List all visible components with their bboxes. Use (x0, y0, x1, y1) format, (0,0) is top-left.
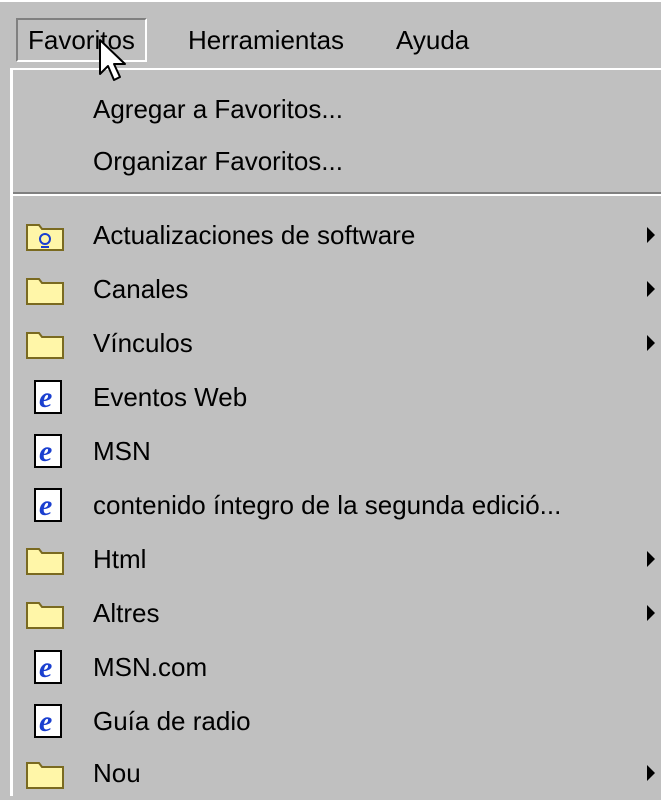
submenu-arrow-icon (647, 227, 655, 243)
internet-shortcut-icon: e (34, 704, 62, 738)
folder-icon (26, 278, 64, 305)
svg-text:e: e (39, 489, 52, 522)
svg-text:e: e (39, 381, 52, 414)
favorite-folder-nou[interactable]: Nou (13, 746, 661, 800)
submenu-arrow-icon (647, 765, 655, 781)
menu-ayuda[interactable]: Ayuda (386, 18, 479, 62)
favorite-folder-vinculos[interactable]: Vínculos (13, 316, 661, 370)
menu-herramientas-label: Herramientas (188, 25, 345, 55)
favorite-label: Vínculos (93, 328, 193, 358)
favorite-folder-html[interactable]: Html (13, 532, 661, 586)
submenu-arrow-icon (647, 605, 655, 621)
favorite-link-msn[interactable]: e MSN (13, 424, 661, 478)
internet-shortcut-icon: e (34, 380, 62, 414)
mouse-cursor-icon (99, 39, 126, 81)
favorite-folder-actualizaciones[interactable]: Actualizaciones de software (13, 208, 661, 262)
favorite-link-contenido-integro[interactable]: e contenido íntegro de la segunda edició… (13, 478, 661, 532)
submenu-arrow-icon (647, 551, 655, 567)
favorites-dropdown: Agregar a Favoritos... Organizar Favorit… (10, 68, 661, 796)
svg-text:e: e (39, 435, 52, 468)
svg-text:e: e (39, 651, 52, 684)
favorite-link-eventos-web[interactable]: e Eventos Web (13, 370, 661, 424)
favorite-label: Eventos Web (93, 382, 248, 412)
internet-shortcut-icon: e (34, 488, 62, 522)
submenu-arrow-icon (647, 335, 655, 351)
favorite-label: contenido íntegro de la segunda edició..… (93, 490, 562, 520)
menu-separator (13, 192, 661, 196)
folder-icon (26, 602, 64, 629)
favorite-label: Html (93, 544, 147, 574)
favorite-label: Altres (93, 598, 160, 628)
menu-item-label: Agregar a Favoritos... (93, 94, 343, 124)
favorite-label: Nou (93, 758, 141, 788)
internet-shortcut-icon: e (34, 434, 62, 468)
menu-item-label: Organizar Favoritos... (93, 146, 343, 176)
favorite-link-guia-de-radio[interactable]: e Guía de radio (13, 694, 661, 748)
favorite-label: Actualizaciones de software (93, 220, 416, 250)
favorite-folder-altres[interactable]: Altres (13, 586, 661, 640)
favorite-label: MSN (93, 436, 151, 466)
favorite-link-msn-com[interactable]: e MSN.com (13, 640, 661, 694)
menu-item-organizar-favoritos[interactable]: Organizar Favoritos... (13, 134, 661, 188)
submenu-arrow-icon (647, 281, 655, 297)
favorite-label: Guía de radio (93, 706, 251, 736)
favorite-label: MSN.com (93, 652, 208, 682)
folder-icon (26, 332, 64, 359)
menu-ayuda-label: Ayuda (396, 25, 470, 55)
folder-icon (26, 548, 64, 575)
svg-text:e: e (39, 705, 52, 738)
internet-shortcut-icon: e (34, 650, 62, 684)
favorite-label: Canales (93, 274, 189, 304)
favorite-folder-canales[interactable]: Canales (13, 262, 661, 316)
menu-herramientas[interactable]: Herramientas (178, 18, 354, 62)
folder-icon (26, 762, 64, 789)
menu-item-agregar-favoritos[interactable]: Agregar a Favoritos... (13, 82, 661, 136)
special-folder-icon (26, 224, 64, 251)
